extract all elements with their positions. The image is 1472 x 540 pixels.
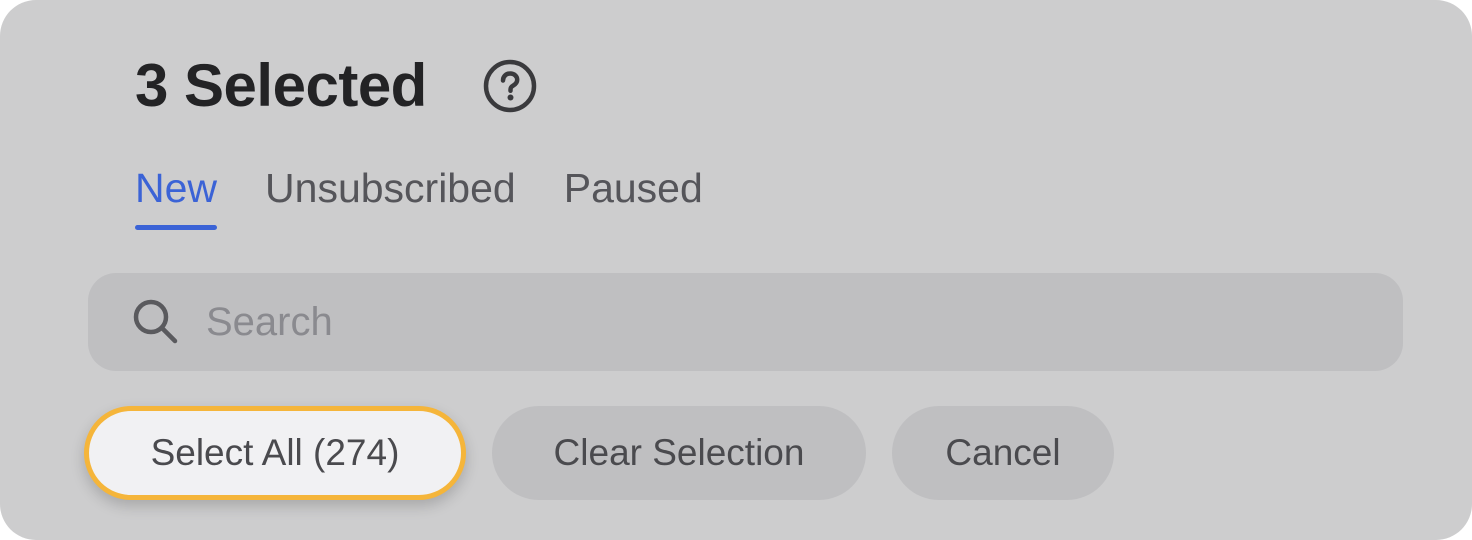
cancel-button[interactable]: Cancel: [892, 406, 1114, 500]
select-all-button[interactable]: Select All (274): [84, 406, 466, 500]
selection-panel: 3 Selected New Unsubscribed Paused Selec…: [0, 0, 1472, 540]
page-title: 3 Selected: [135, 52, 427, 119]
question-circle-icon: [483, 59, 537, 113]
tab-bar: New Unsubscribed Paused: [135, 160, 751, 230]
search-bar[interactable]: [88, 273, 1403, 371]
search-input[interactable]: [204, 291, 1403, 353]
clear-selection-button[interactable]: Clear Selection: [492, 406, 866, 500]
action-buttons: Select All (274) Clear Selection Cancel: [84, 406, 1140, 500]
tab-new[interactable]: New: [135, 160, 218, 230]
tab-paused[interactable]: Paused: [564, 160, 703, 228]
help-icon[interactable]: [483, 59, 537, 113]
search-icon: [130, 296, 182, 348]
tab-unsubscribed[interactable]: Unsubscribed: [265, 160, 516, 228]
panel-header: 3 Selected: [135, 50, 537, 122]
